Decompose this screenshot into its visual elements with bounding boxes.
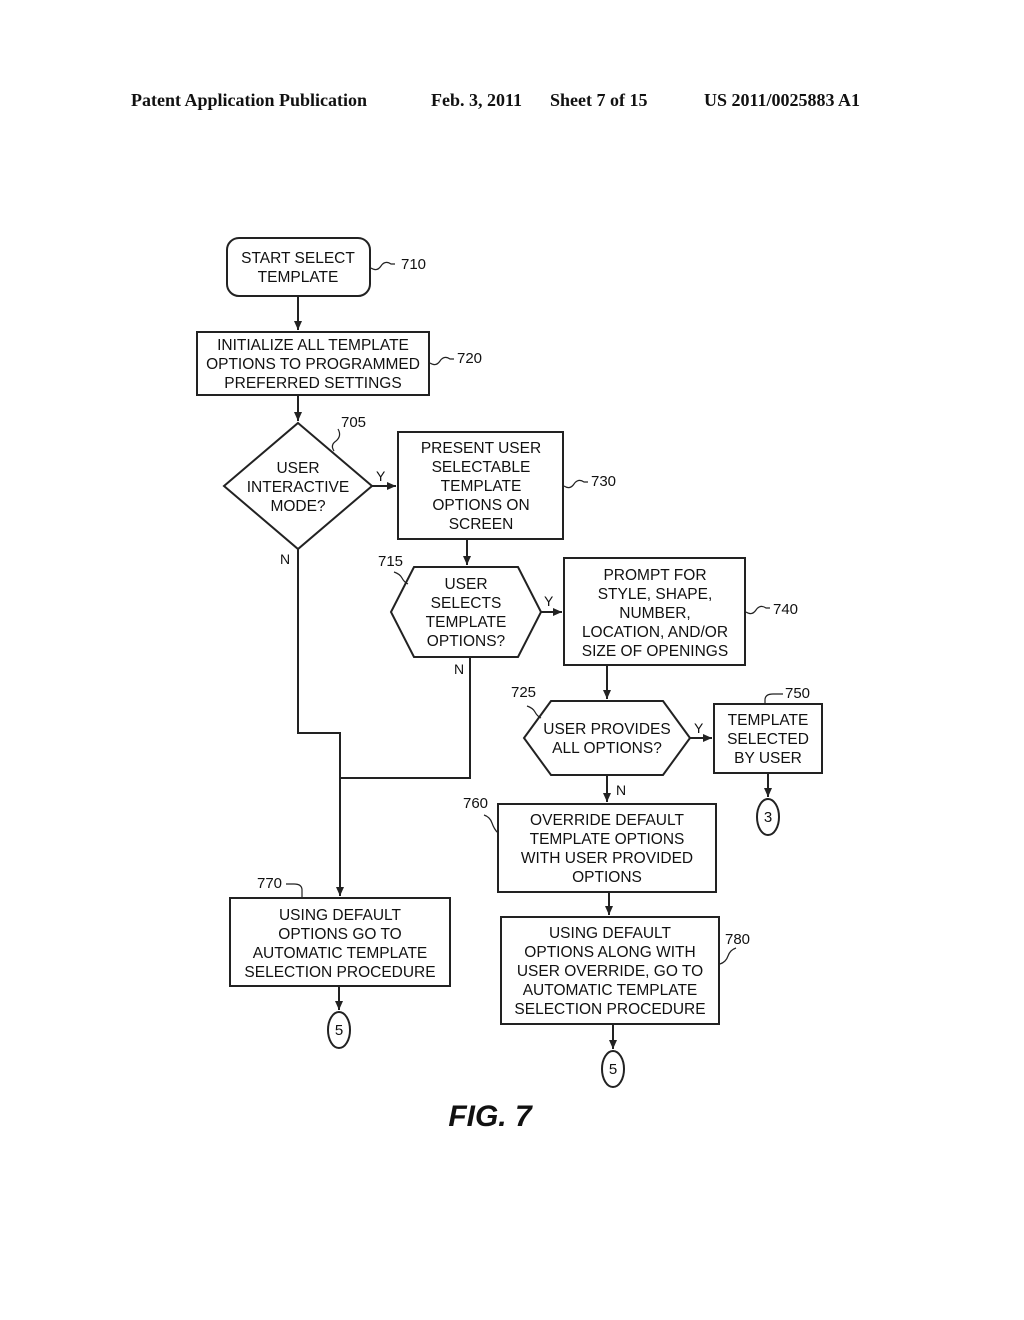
ref-720: 720 (457, 350, 482, 367)
node-760-line-1: OVERRIDE DEFAULT (530, 812, 684, 829)
leader-725 (526, 705, 542, 719)
branch-715-yes: Y (544, 593, 554, 609)
node-740-line-3: NUMBER, (619, 605, 690, 622)
node-705-line-1: USER (276, 460, 319, 477)
ref-750: 750 (785, 685, 810, 702)
edge-705-770-no (297, 549, 344, 896)
leader-770 (286, 883, 303, 898)
node-770-line-1: USING DEFAULT (279, 907, 402, 924)
node-720-line-1: INITIALIZE ALL TEMPLATE (217, 337, 409, 354)
ref-770: 770 (257, 875, 282, 892)
node-730-line-4: OPTIONS ON (432, 497, 529, 514)
node-780-line-5: SELECTION PROCEDURE (514, 1001, 705, 1018)
node-740-line-5: SIZE OF OPENINGS (582, 643, 728, 660)
node-750-line-2: SELECTED (727, 731, 809, 748)
node-780-line-2: OPTIONS ALONG WITH (524, 944, 695, 961)
node-705-line-3: MODE? (270, 498, 326, 515)
ref-705: 705 (341, 414, 366, 431)
leader-760 (483, 814, 499, 834)
leader-705 (331, 428, 341, 452)
node-740-line-4: LOCATION, AND/OR (582, 624, 728, 641)
figure-label: FIG. 7 (448, 1100, 533, 1133)
node-730-line-2: SELECTABLE (432, 459, 531, 476)
node-725-line-1: USER PROVIDES (543, 721, 670, 738)
node-770-line-4: SELECTION PROCEDURE (244, 964, 435, 981)
leader-780 (719, 947, 737, 965)
branch-705-yes: Y (376, 468, 386, 484)
node-770-line-2: OPTIONS GO TO (278, 926, 401, 943)
node-730-line-5: SCREEN (449, 516, 514, 533)
node-715-line-1: USER (444, 576, 487, 593)
node-725-line-2: ALL OPTIONS? (552, 740, 662, 757)
leader-740 (745, 605, 770, 615)
node-760-line-2: TEMPLATE OPTIONS (530, 831, 685, 848)
ref-780: 780 (725, 931, 750, 948)
ref-760: 760 (463, 795, 488, 812)
node-715-line-3: TEMPLATE (426, 614, 507, 631)
branch-725-yes: Y (694, 720, 704, 736)
leader-720 (429, 356, 454, 366)
connector-5-right-label: 5 (609, 1061, 617, 1078)
connector-5-left-label: 5 (335, 1022, 343, 1039)
node-710-line-1: START SELECT (241, 250, 355, 267)
node-710-line-2: TEMPLATE (258, 269, 339, 286)
branch-715-no: N (454, 661, 464, 677)
node-715-line-4: OPTIONS? (427, 633, 506, 650)
node-760-line-4: OPTIONS (572, 869, 642, 886)
node-725-decision (522, 700, 692, 776)
ref-715: 715 (378, 553, 403, 570)
branch-725-no: N (616, 782, 626, 798)
node-720-line-3: PREFERRED SETTINGS (224, 375, 401, 392)
node-780-line-4: AUTOMATIC TEMPLATE (523, 982, 698, 999)
leader-750 (764, 693, 783, 704)
node-750-line-3: BY USER (734, 750, 802, 767)
leader-715 (393, 571, 409, 585)
edge-715-merge-no (340, 657, 471, 779)
node-740-line-2: STYLE, SHAPE, (598, 586, 713, 603)
ref-710: 710 (401, 256, 426, 273)
node-740-line-1: PROMPT FOR (603, 567, 706, 584)
node-710-start (226, 237, 371, 297)
node-730-line-1: PRESENT USER (421, 440, 541, 457)
node-705-line-2: INTERACTIVE (247, 479, 349, 496)
node-780-line-1: USING DEFAULT (549, 925, 672, 942)
node-750-line-1: TEMPLATE (728, 712, 809, 729)
connector-3-label: 3 (764, 809, 772, 826)
node-780-line-3: USER OVERRIDE, GO TO (517, 963, 703, 980)
branch-705-no: N (280, 551, 290, 567)
ref-740: 740 (773, 601, 798, 618)
ref-730: 730 (591, 473, 616, 490)
node-770-line-3: AUTOMATIC TEMPLATE (253, 945, 428, 962)
ref-725: 725 (511, 684, 536, 701)
node-760-line-3: WITH USER PROVIDED (521, 850, 693, 867)
flowchart: START SELECT TEMPLATE INITIALIZE ALL TEM… (196, 237, 823, 1133)
node-715-line-2: SELECTS (431, 595, 502, 612)
node-720-line-2: OPTIONS TO PROGRAMMED (206, 356, 420, 373)
node-730-line-3: TEMPLATE (441, 478, 522, 495)
leader-710 (370, 261, 395, 271)
leader-730 (563, 479, 588, 489)
